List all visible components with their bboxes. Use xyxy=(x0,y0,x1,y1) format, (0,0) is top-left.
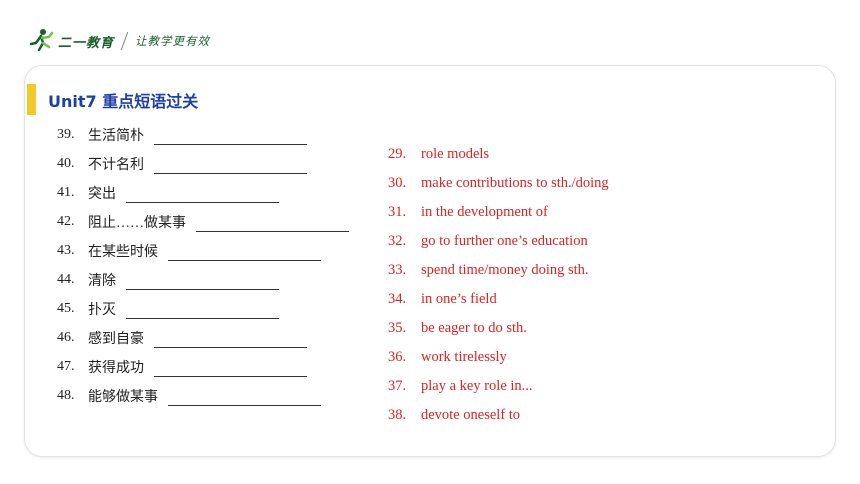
item-term: 扑灭 xyxy=(88,302,116,318)
brand-slogan: 让教学更有效 xyxy=(135,34,211,48)
title-accent-bar xyxy=(27,84,36,115)
item-term: 能够做某事 xyxy=(88,389,158,405)
answer-blank[interactable] xyxy=(196,217,349,232)
item-term: 生活简朴 xyxy=(88,128,144,144)
item-term: 在某些时候 xyxy=(88,244,158,260)
answer-blank[interactable] xyxy=(126,304,279,319)
answer-blank[interactable] xyxy=(168,391,321,406)
header: 二一教育 让教学更有效 xyxy=(28,26,210,56)
item-number: 44. xyxy=(57,271,75,287)
answer-item: 30. make contributions to sth./doing xyxy=(388,169,609,198)
answer-number: 37. xyxy=(388,378,407,394)
answer-text: spend time/money doing sth. xyxy=(421,262,589,278)
answer-number: 31. xyxy=(388,204,407,220)
item-term: 感到自豪 xyxy=(88,331,144,347)
answer-text: role models xyxy=(421,146,490,162)
exercise-item: 40. 不计名利 xyxy=(57,149,349,178)
answer-blank[interactable] xyxy=(154,333,307,348)
answer-text: work tirelessly xyxy=(421,349,507,365)
item-number: 39. xyxy=(57,126,75,142)
answer-text: in one’s field xyxy=(421,291,497,307)
answer-text: go to further one’s education xyxy=(421,233,588,249)
answer-item: 31. in the development of xyxy=(388,198,609,227)
answer-blank[interactable] xyxy=(168,246,321,261)
answer-item: 33. spend time/money doing sth. xyxy=(388,256,609,285)
answer-text: play a key role in... xyxy=(421,378,533,394)
answer-blank[interactable] xyxy=(154,362,307,377)
item-number: 46. xyxy=(57,329,75,345)
answer-number: 30. xyxy=(388,175,407,191)
answer-text: make contributions to sth./doing xyxy=(421,175,609,191)
answer-number: 38. xyxy=(388,407,407,423)
item-number: 41. xyxy=(57,184,75,200)
answer-item: 36. work tirelessly xyxy=(388,343,609,372)
runner-logo-icon xyxy=(28,28,54,54)
exercise-item: 42. 阻止……做某事 xyxy=(57,207,349,236)
answer-text: be eager to do sth. xyxy=(421,320,527,336)
item-number: 43. xyxy=(57,242,75,258)
header-divider xyxy=(120,32,129,50)
item-term: 获得成功 xyxy=(88,360,144,376)
answer-item: 29. role models xyxy=(388,140,609,169)
exercise-item: 39. 生活简朴 xyxy=(57,120,349,149)
answer-number: 34. xyxy=(388,291,407,307)
item-number: 42. xyxy=(57,213,75,229)
answer-blank[interactable] xyxy=(126,188,279,203)
answer-item: 37. play a key role in... xyxy=(388,372,609,401)
answer-item: 34. in one’s field xyxy=(388,285,609,314)
item-number: 45. xyxy=(57,300,75,316)
item-term: 阻止……做某事 xyxy=(88,215,186,231)
answer-number: 32. xyxy=(388,233,407,249)
answer-number: 33. xyxy=(388,262,407,278)
item-number: 47. xyxy=(57,358,75,374)
answer-item: 38. devote oneself to xyxy=(388,401,609,430)
exercise-item: 44. 清除 xyxy=(57,265,349,294)
answer-number: 36. xyxy=(388,349,407,365)
exercise-item: 45. 扑灭 xyxy=(57,294,349,323)
answer-text: devote oneself to xyxy=(421,407,521,423)
answer-text: in the development of xyxy=(421,204,548,220)
exercise-item: 46. 感到自豪 xyxy=(57,323,349,352)
item-term: 清除 xyxy=(88,273,116,289)
answer-blank[interactable] xyxy=(154,130,307,145)
item-term: 突出 xyxy=(88,186,116,202)
exercise-item: 48. 能够做某事 xyxy=(57,381,349,410)
exercise-item: 47. 获得成功 xyxy=(57,352,349,381)
answer-blank[interactable] xyxy=(126,275,279,290)
answer-number: 35. xyxy=(388,320,407,336)
answer-number: 29. xyxy=(388,146,407,162)
exercise-item: 41. 突出 xyxy=(57,178,349,207)
page-title: Unit7 重点短语过关 xyxy=(48,92,199,111)
answer-item: 35. be eager to do sth. xyxy=(388,314,609,343)
answer-blank[interactable] xyxy=(154,159,307,174)
exercise-item: 43. 在某些时候 xyxy=(57,236,349,265)
answer-item: 32. go to further one’s education xyxy=(388,227,609,256)
item-number: 48. xyxy=(57,387,75,403)
exercise-list: 39. 生活简朴 40. 不计名利 41. 突出 42. 阻止……做某事 43. 在某些时… xyxy=(57,120,349,410)
item-term: 不计名利 xyxy=(88,157,144,173)
brand-name: 二一教育 xyxy=(58,35,115,51)
answer-list: 29. role models 30. make contributions to … xyxy=(388,140,609,430)
item-number: 40. xyxy=(57,155,75,171)
